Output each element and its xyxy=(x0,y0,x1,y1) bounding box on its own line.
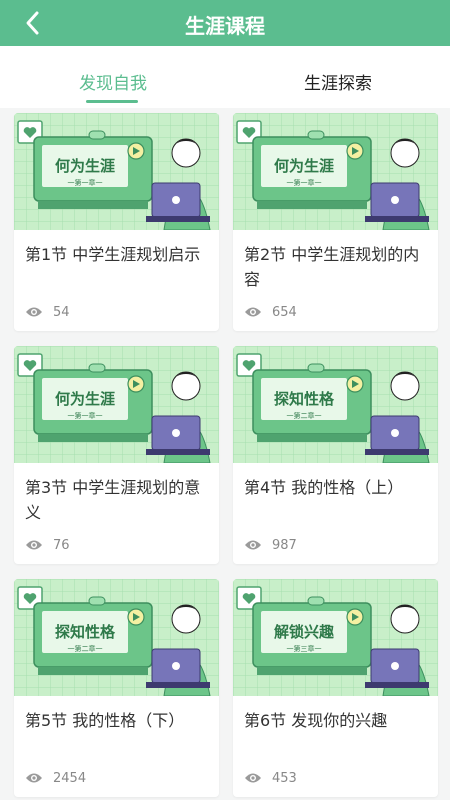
course-card[interactable]: 何为生涯 一第一章一 第2节 中学生涯规划的内容 654 xyxy=(233,113,438,331)
thumbnail-subtitle: 一第一章一 xyxy=(68,178,103,187)
course-card[interactable]: 何为生涯 一第一章一 第3节 中学生涯规划的意义 76 xyxy=(14,346,219,564)
active-tab-indicator xyxy=(86,100,138,103)
course-card[interactable]: 探知性格 一第二章一 第4节 我的性格（上） 987 xyxy=(233,346,438,564)
thumbnail-title: 解锁兴趣 xyxy=(274,623,335,641)
thumbnail-title: 何为生涯 xyxy=(274,157,334,175)
eye-icon xyxy=(26,773,42,783)
thumbnail-title: 何为生涯 xyxy=(55,390,115,408)
thumbnail-subtitle: 一第二章一 xyxy=(68,644,103,653)
course-thumbnail: 何为生涯 一第一章一 xyxy=(14,113,219,230)
view-count-value: 76 xyxy=(53,537,70,553)
course-card[interactable]: 何为生涯 一第一章一 第1节 中学生涯规划启示 54 xyxy=(14,113,219,331)
course-thumbnail: 探知性格 一第二章一 xyxy=(233,346,438,463)
view-count: 987 xyxy=(244,536,297,554)
course-title: 第4节 我的性格（上） xyxy=(244,478,404,497)
eye-icon xyxy=(245,540,261,550)
view-count: 76 xyxy=(25,536,70,554)
course-title: 第2节 中学生涯规划的内容 xyxy=(244,245,420,289)
view-count-value: 654 xyxy=(272,304,297,320)
tab-bar: 发现自我 生涯探索 xyxy=(0,46,450,108)
view-count: 654 xyxy=(244,303,297,321)
eye-icon xyxy=(26,307,42,317)
thumbnail-subtitle: 一第二章一 xyxy=(287,411,322,420)
tab-discover-self[interactable]: 发现自我 xyxy=(79,69,147,94)
course-title: 第1节 中学生涯规划启示 xyxy=(25,245,201,264)
view-count-value: 987 xyxy=(272,537,297,553)
course-grid: 何为生涯 一第一章一 第1节 中学生涯规划启示 54 何为生涯 一第一章一 第2… xyxy=(0,113,450,800)
view-count-value: 2454 xyxy=(53,770,87,786)
thumbnail-subtitle: 一第一章一 xyxy=(68,411,103,420)
page-title: 生涯课程 xyxy=(185,14,265,38)
eye-icon xyxy=(26,540,42,550)
view-count: 453 xyxy=(244,769,297,787)
course-card[interactable]: 解锁兴趣 一第三章一 第6节 发现你的兴趣 453 xyxy=(233,579,438,797)
course-title: 第3节 中学生涯规划的意义 xyxy=(25,478,201,522)
thumbnail-title: 探知性格 xyxy=(55,623,116,641)
course-card[interactable]: 探知性格 一第二章一 第5节 我的性格（下） 2454 xyxy=(14,579,219,797)
eye-icon xyxy=(245,773,261,783)
thumbnail-title: 探知性格 xyxy=(274,390,335,408)
view-count: 2454 xyxy=(25,769,86,787)
course-thumbnail: 解锁兴趣 一第三章一 xyxy=(233,579,438,696)
thumbnail-subtitle: 一第三章一 xyxy=(287,644,322,653)
tab-career-explore[interactable]: 生涯探索 xyxy=(304,69,372,94)
thumbnail-title: 何为生涯 xyxy=(55,157,115,175)
view-count-value: 453 xyxy=(272,770,297,786)
view-count-value: 54 xyxy=(53,304,70,320)
eye-icon xyxy=(245,307,261,317)
course-title: 第5节 我的性格（下） xyxy=(25,711,185,730)
course-thumbnail: 探知性格 一第二章一 xyxy=(14,579,219,696)
view-count: 54 xyxy=(25,303,70,321)
course-thumbnail: 何为生涯 一第一章一 xyxy=(14,346,219,463)
course-title: 第6节 发现你的兴趣 xyxy=(244,711,388,730)
course-thumbnail: 何为生涯 一第一章一 xyxy=(233,113,438,230)
thumbnail-subtitle: 一第一章一 xyxy=(287,178,322,187)
top-bar: 生涯课程 xyxy=(0,0,450,46)
